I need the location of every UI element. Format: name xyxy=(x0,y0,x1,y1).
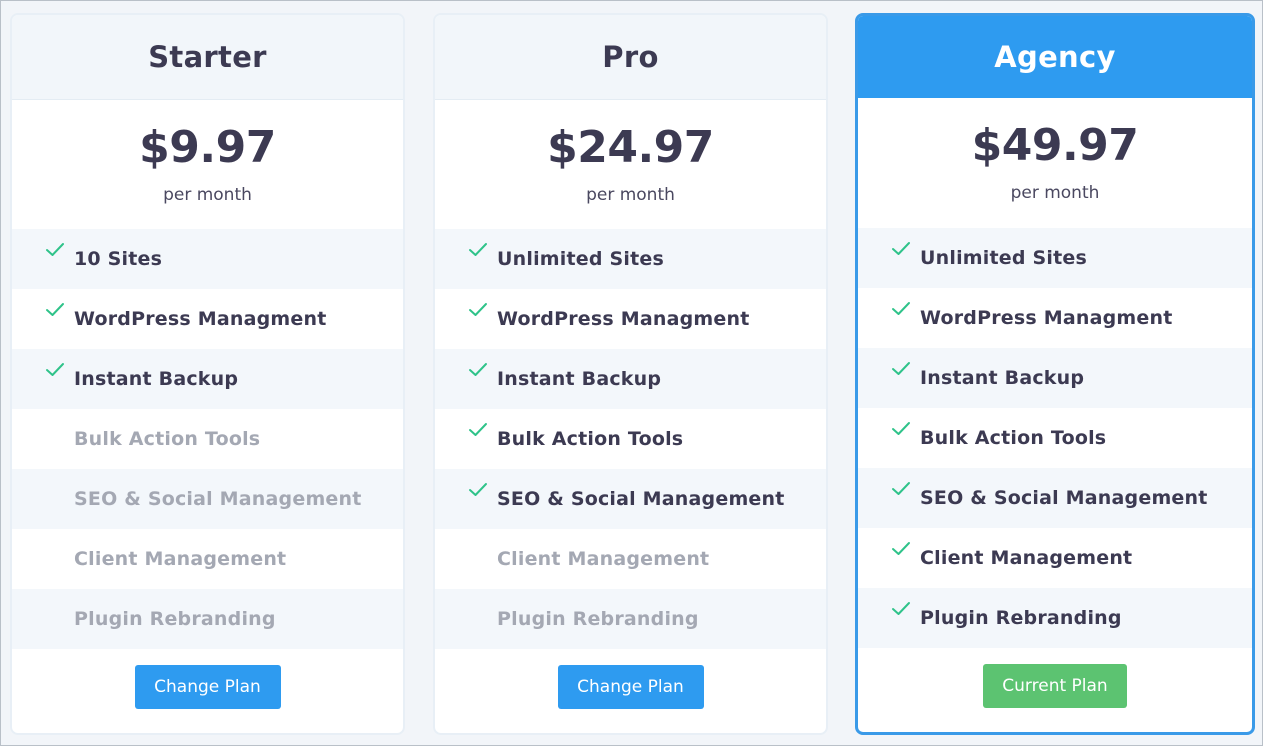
check-icon xyxy=(892,482,910,495)
check-icon xyxy=(892,542,910,555)
feature-item: WordPress Managment xyxy=(435,289,826,349)
change-plan-button[interactable]: Change Plan xyxy=(134,665,281,709)
plan-name: Starter xyxy=(148,40,267,74)
feature-label: SEO & Social Management xyxy=(74,488,362,510)
feature-label: 10 Sites xyxy=(74,248,163,270)
plan-price: $9.97 xyxy=(139,122,276,173)
change-plan-button[interactable]: Change Plan xyxy=(557,665,704,709)
feature-item: Instant Backup xyxy=(12,349,403,409)
feature-item: Client Management xyxy=(12,529,403,589)
check-icon xyxy=(469,483,487,496)
check-icon xyxy=(469,363,487,376)
feature-item: SEO & Social Management xyxy=(12,469,403,529)
plan-name: Agency xyxy=(994,40,1116,74)
pricing-cards: Starter $9.97 per month 10 Sites WordPres… xyxy=(10,13,1255,735)
feature-item: Unlimited Sites xyxy=(858,228,1252,288)
feature-label: Unlimited Sites xyxy=(920,247,1087,269)
feature-label: Instant Backup xyxy=(497,368,662,390)
check-icon xyxy=(892,602,910,615)
feature-item: Plugin Rebranding xyxy=(435,589,826,649)
feature-list: Unlimited Sites WordPress Managment Instan… xyxy=(858,228,1252,648)
feature-label: Client Management xyxy=(920,547,1133,569)
feature-item: Instant Backup xyxy=(858,348,1252,408)
feature-list: Unlimited Sites WordPress Managment Instan… xyxy=(435,229,826,649)
feature-label: Bulk Action Tools xyxy=(74,428,261,450)
check-icon xyxy=(469,303,487,316)
plan-price: $24.97 xyxy=(547,122,714,173)
check-icon xyxy=(892,242,910,255)
feature-label: Instant Backup xyxy=(920,367,1085,389)
check-icon xyxy=(469,423,487,436)
feature-label: WordPress Managment xyxy=(497,308,750,330)
feature-label: Bulk Action Tools xyxy=(497,428,684,450)
plan-card-agency: Agency $49.97 per month Unlimited Sites W… xyxy=(855,13,1255,735)
plan-footer: Current Plan xyxy=(858,648,1252,724)
feature-item: Bulk Action Tools xyxy=(858,408,1252,468)
feature-item: WordPress Managment xyxy=(12,289,403,349)
feature-label: WordPress Managment xyxy=(74,308,327,330)
feature-label: Plugin Rebranding xyxy=(497,608,699,630)
feature-item: Plugin Rebranding xyxy=(858,588,1252,648)
plan-header: Starter xyxy=(12,15,403,100)
check-icon xyxy=(46,243,64,256)
price-box: $24.97 per month xyxy=(435,100,826,229)
feature-item: Instant Backup xyxy=(435,349,826,409)
plan-footer: Change Plan xyxy=(12,649,403,725)
feature-item: Bulk Action Tools xyxy=(12,409,403,469)
current-plan-button[interactable]: Current Plan xyxy=(983,664,1127,708)
plan-card-starter: Starter $9.97 per month 10 Sites WordPres… xyxy=(10,13,405,735)
feature-label: Client Management xyxy=(497,548,710,570)
feature-label: Instant Backup xyxy=(74,368,239,390)
feature-item: SEO & Social Management xyxy=(435,469,826,529)
feature-label: Plugin Rebranding xyxy=(920,607,1122,629)
feature-item: Client Management xyxy=(435,529,826,589)
plan-header: Agency xyxy=(858,16,1252,98)
plan-name: Pro xyxy=(602,40,659,74)
plan-card-pro: Pro $24.97 per month Unlimited Sites Word… xyxy=(433,13,828,735)
check-icon xyxy=(892,422,910,435)
feature-label: Plugin Rebranding xyxy=(74,608,276,630)
feature-label: SEO & Social Management xyxy=(497,488,785,510)
price-period: per month xyxy=(1010,183,1100,203)
check-icon xyxy=(892,302,910,315)
price-period: per month xyxy=(163,185,252,205)
feature-item: WordPress Managment xyxy=(858,288,1252,348)
check-icon xyxy=(892,362,910,375)
price-period: per month xyxy=(586,185,675,205)
feature-item: Bulk Action Tools xyxy=(435,409,826,469)
price-box: $49.97 per month xyxy=(858,98,1252,228)
price-box: $9.97 per month xyxy=(12,100,403,229)
plan-footer: Change Plan xyxy=(435,649,826,725)
plan-header: Pro xyxy=(435,15,826,100)
feature-item: 10 Sites xyxy=(12,229,403,289)
feature-item: Unlimited Sites xyxy=(435,229,826,289)
feature-item: SEO & Social Management xyxy=(858,468,1252,528)
check-icon xyxy=(469,243,487,256)
pricing-page: Starter $9.97 per month 10 Sites WordPres… xyxy=(0,0,1263,746)
feature-item: Plugin Rebranding xyxy=(12,589,403,649)
feature-list: 10 Sites WordPress Managment Instant Backu… xyxy=(12,229,403,649)
check-icon xyxy=(46,363,64,376)
feature-label: Client Management xyxy=(74,548,287,570)
feature-label: Unlimited Sites xyxy=(497,248,664,270)
feature-item: Client Management xyxy=(858,528,1252,588)
plan-price: $49.97 xyxy=(971,120,1139,171)
check-icon xyxy=(46,303,64,316)
feature-label: WordPress Managment xyxy=(920,307,1173,329)
feature-label: SEO & Social Management xyxy=(920,487,1208,509)
feature-label: Bulk Action Tools xyxy=(920,427,1107,449)
